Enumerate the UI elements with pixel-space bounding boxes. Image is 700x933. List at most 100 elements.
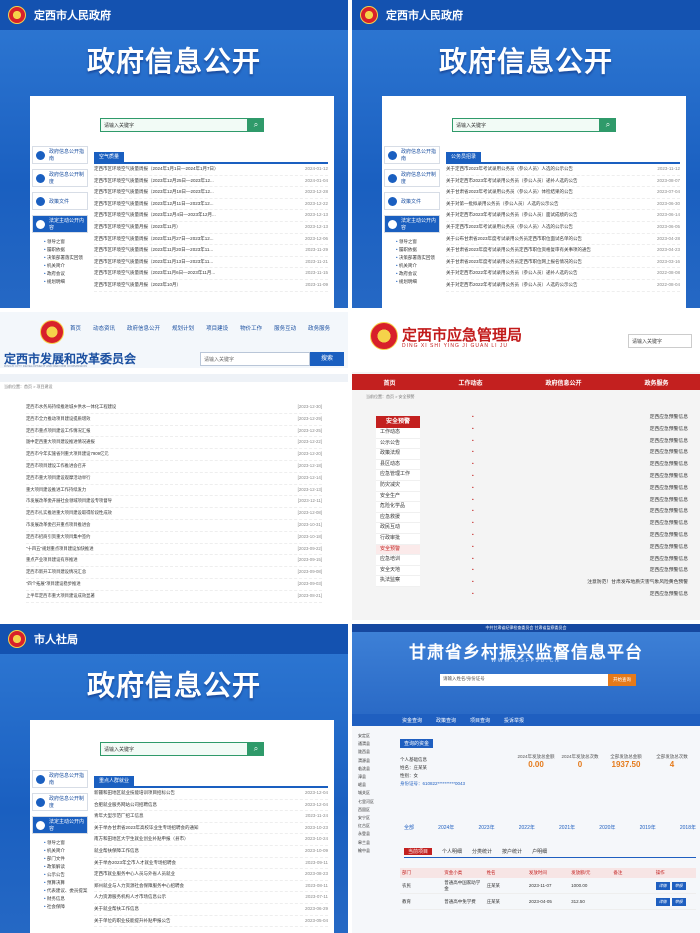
nav-guide[interactable]: 政府信息公开指南	[32, 770, 88, 788]
section-tab[interactable]: 查询的资金	[400, 739, 434, 748]
sub-nav-item[interactable]: 领导之窗	[396, 238, 440, 246]
list-item[interactable]: 市发展改革委召开重点项目推进会 [2023-10-31]	[26, 520, 322, 532]
sub-nav-item[interactable]: 决策部署落实回馈	[396, 254, 440, 262]
sub-nav-item[interactable]: 政策解读	[44, 863, 88, 871]
region-item[interactable]: 红古区	[358, 822, 394, 830]
year-option[interactable]: 2019年	[640, 824, 656, 831]
list-item[interactable]: 就业帮扶保障工作信息 2023-10-09	[94, 846, 328, 858]
list-item[interactable]: 关于举办甘肃省2023年高校毕业生专场招聘会的通知 2023-10-23	[94, 823, 328, 835]
list-item[interactable]: 关于甘肃省2023年度考试录用公务员定西市职位资格复审有关事项的通告 2023-0…	[446, 245, 680, 257]
year-option[interactable]: 2020年	[599, 824, 615, 831]
nav-guide[interactable]: 政府信息公开指南	[384, 146, 440, 164]
side-nav-item[interactable]: 应急管理工作	[376, 470, 420, 481]
sub-nav-item[interactable]: 领导之窗	[44, 839, 88, 847]
side-nav-item[interactable]: 执法监察	[376, 576, 420, 587]
nav-rules[interactable]: 政府信息公开制度	[32, 793, 88, 811]
nav-guide[interactable]: 政府信息公开指南	[32, 146, 88, 164]
sub-nav-item[interactable]: 预算决算	[44, 879, 88, 887]
nav-item[interactable]: 动态资讯	[93, 324, 115, 332]
side-nav-item[interactable]: 工作动态	[376, 428, 420, 439]
nav-rules[interactable]: 政府信息公开制度	[32, 169, 88, 187]
list-item[interactable]: "十四五"规划重点项目建设加快推进 [2023-09-22]	[26, 544, 322, 556]
list-item[interactable]: 定西市招商引资重大项目集中签约 [2023-10-18]	[26, 532, 322, 544]
list-item[interactable]: 关于举办2023年全市人才就业专场招聘会 2023-09-11	[94, 858, 328, 870]
list-item[interactable]: 定西应急预警信息	[472, 436, 688, 448]
side-nav-item[interactable]: 安全天地	[376, 566, 420, 577]
list-item[interactable]: 定西市区环境空气质量周报（2023年11月13日—2023年11... 2023-…	[94, 257, 328, 269]
nav-item[interactable]: 服务互动	[274, 324, 296, 332]
region-item[interactable]: 岷县	[358, 781, 394, 789]
list-item[interactable]: 定西应急预警信息	[472, 542, 688, 554]
tab-item[interactable]: 分类统计	[472, 848, 492, 855]
nav-item[interactable]: 首页	[70, 324, 81, 332]
list-item[interactable]: 注意防范！甘肃发布地质灾害气象风险黄色预警	[472, 577, 688, 589]
list-item[interactable]: 定西市就业服务中心人员与外省人员就业 2023-08-23	[94, 869, 328, 881]
region-item[interactable]: 安定区	[358, 732, 394, 740]
side-nav-item[interactable]: 县区动态	[376, 460, 420, 471]
list-item[interactable]: 青年大型示范厂招工信息 2023-11-24	[94, 811, 328, 823]
detail-button[interactable]: 详情	[655, 897, 670, 906]
sub-nav-item[interactable]: 规划明细	[44, 278, 88, 286]
nav-statutory[interactable]: 法定主动公开内容	[384, 215, 440, 233]
nav-item[interactable]: 物价工作	[240, 324, 262, 332]
region-item[interactable]: 安宁区	[358, 814, 394, 822]
list-item[interactable]: 定西市重点项目建设工作情况汇报 [2023-12-25]	[26, 426, 322, 438]
search-input[interactable]: 请输入关键字	[200, 352, 310, 366]
region-item[interactable]: 陇西县	[358, 748, 394, 756]
year-option[interactable]: 全部	[404, 824, 414, 831]
sub-nav-item[interactable]: 机关简介	[396, 262, 440, 270]
detail-button[interactable]: 详情	[655, 881, 670, 890]
region-item[interactable]: 七里河区	[358, 798, 394, 806]
list-item[interactable]: 关于对定西市2022年考试录用公务员（参公人员）递补人选的公告 2022-08-0…	[446, 268, 680, 280]
region-item[interactable]: 西固区	[358, 806, 394, 814]
sub-nav-item[interactable]: 代表建议、委员提案	[44, 887, 88, 895]
list-item[interactable]: 定西市新开工项目建设情况汇总 [2023-09-08]	[26, 567, 322, 579]
sub-nav-item[interactable]: 社会保障	[44, 903, 88, 911]
list-item[interactable]: 关于对定西市2022年考试录用公务员（参公人员）人选的公示公告 2022-08-0…	[446, 280, 680, 292]
list-item[interactable]: 关于定西市2023年考试录用公务员（参公人员）人选的公示公告 2023-11-12	[446, 164, 680, 176]
list-item[interactable]: 市发展改革委开展社会领域项目建设专项督导 [2023-12-11]	[26, 496, 322, 509]
list-item[interactable]: 定西市区环境空气质量月报（2023年11月） 2023-12-13	[94, 222, 328, 234]
search-input[interactable]: 请输入关键字	[628, 334, 692, 348]
sub-nav-item[interactable]: 领导之窗	[44, 238, 88, 246]
list-item[interactable]: 定西应急预警信息	[472, 412, 688, 424]
side-nav-item[interactable]: 政策法规	[376, 449, 420, 460]
nav-item[interactable]: 项目建设	[206, 324, 228, 332]
list-item[interactable]: 关于定西市2023年考试录用公务员（参公人员）人选的公示公告 2023-06-05	[446, 222, 680, 234]
list-item[interactable]: 上半年定西市重大项目建设成效显著 [2023-08-21]	[26, 591, 322, 603]
region-item[interactable]: 通渭县	[358, 740, 394, 748]
list-item[interactable]: 定西市区环境空气质量周报（2023年11月6日—2023年11月... 2023-…	[94, 268, 328, 280]
list-item[interactable]: 定西市项目建设工作推进会召开 [2023-12-18]	[26, 461, 322, 473]
sub-nav-item[interactable]: 机关简介	[44, 847, 88, 855]
list-item[interactable]: 关于就业帮扶工作信息 2023-06-29	[94, 904, 328, 916]
list-item[interactable]: 关于甘肃省2023年度考试录用公务员定西市职位网上报名情况的公告 2023-03-…	[446, 257, 680, 269]
list-item[interactable]: 定西应急预警信息	[472, 459, 688, 471]
year-option[interactable]: 2023年	[478, 824, 494, 831]
nav-item[interactable]: 资金查询	[402, 717, 422, 724]
year-option[interactable]: 2022年	[519, 824, 535, 831]
search-input[interactable]: 请输入姓名/身份证号	[440, 674, 608, 686]
tab-item[interactable]: 个人明细	[442, 848, 462, 855]
search-button[interactable]: 开始查询	[608, 674, 636, 686]
report-button[interactable]: 举报	[671, 897, 686, 906]
list-item[interactable]: 定西应急预警信息	[472, 565, 688, 577]
search-icon[interactable]: ⌕	[248, 118, 264, 132]
tab-item[interactable]: 户明细	[532, 848, 547, 855]
nav-policy[interactable]: 政策文件	[384, 192, 440, 210]
region-item[interactable]: 皋兰县	[358, 839, 394, 847]
list-item[interactable]: 定西应急预警信息	[472, 589, 688, 601]
sub-nav-item[interactable]: 政府会议	[44, 270, 88, 278]
list-item[interactable]: 定西市区环境空气质量周报（2023年11月20日—2023年11... 2023-…	[94, 245, 328, 257]
list-item[interactable]: 关于公布甘肃省2023年度考试录用公务员定西市职位面试名单的公告 2023-04-…	[446, 234, 680, 246]
list-item[interactable]: 定西市区环境空气质量周报（2023年12月11日—2023年12... 2023-…	[94, 199, 328, 211]
list-item[interactable]: 定西应急预警信息	[472, 506, 688, 518]
year-option[interactable]: 2018年	[680, 824, 696, 831]
nav-item[interactable]: 首页	[383, 378, 395, 387]
site-title[interactable]: 定西市人民政府	[386, 7, 463, 23]
nav-item[interactable]: 政务服务	[308, 324, 330, 332]
list-item[interactable]: 定西市区环境空气质量周报（2023年12月18日—2023年12... 2023-…	[94, 187, 328, 199]
list-item[interactable]: 重大项目建设推进工作持续发力 [2023-12-13]	[26, 485, 322, 497]
list-item[interactable]: 定西应急预警信息	[472, 483, 688, 495]
list-item[interactable]: "四个拓展"项目建设稳步推进 [2023-09-03]	[26, 579, 322, 591]
sub-nav-item[interactable]: 履职依据	[396, 246, 440, 254]
